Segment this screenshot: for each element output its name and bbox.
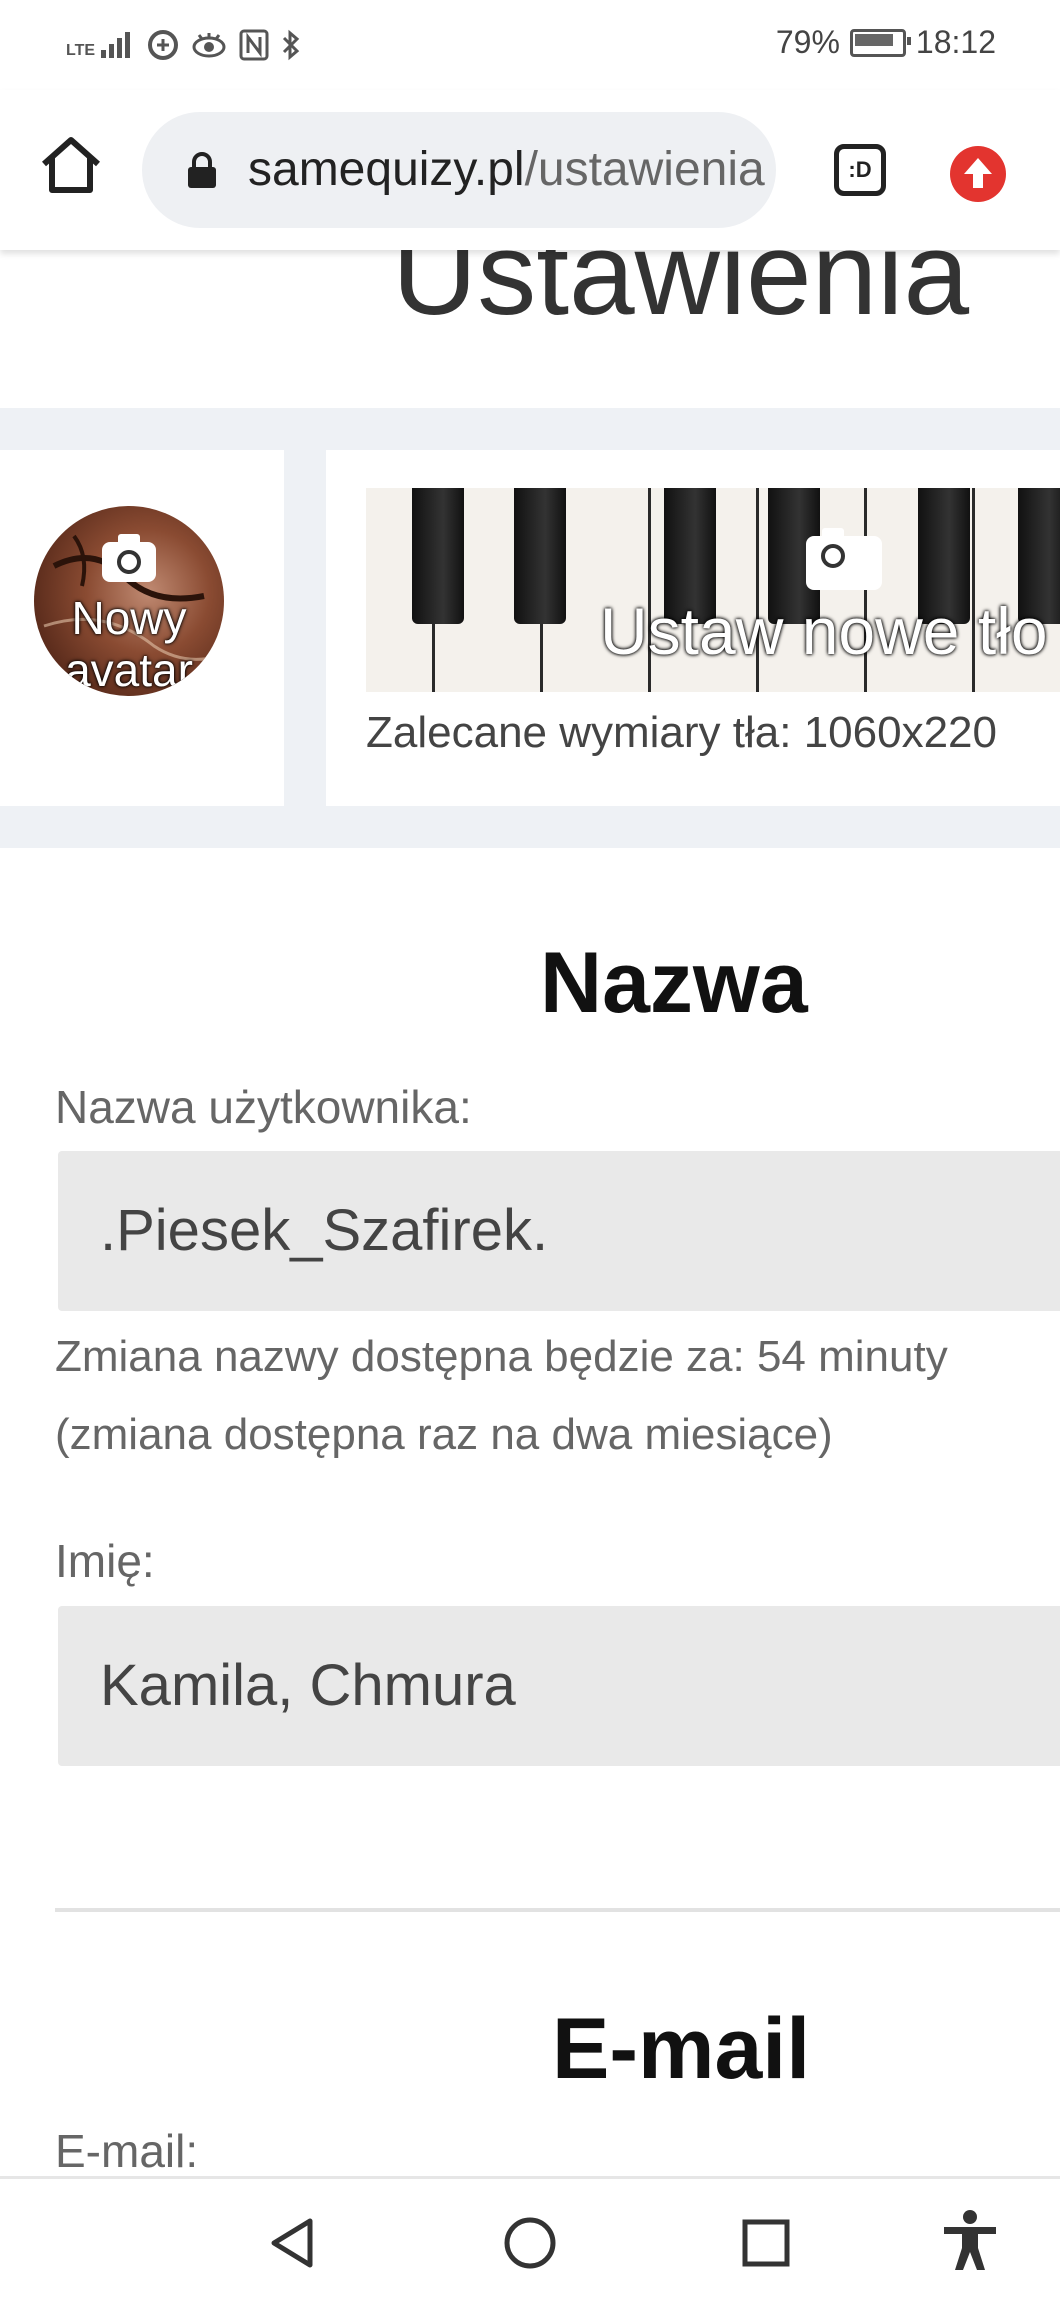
first-name-field[interactable]: Kamila, Chmura [58,1606,1060,1766]
battery-percent: 79% [775,24,840,60]
clock: 18:12 [915,24,996,60]
name-section-heading: Nazwa [540,935,808,1031]
url-text[interactable]: samequizy.pl/ustawienia [248,142,765,197]
background-upload[interactable]: Ustaw nowe tło [366,488,1060,692]
username-field[interactable]: .Piesek_Szafirek. [58,1151,1060,1311]
email-section-heading: E-mail [552,2001,811,2097]
address-bar[interactable]: samequizy.pl/ustawienia [142,112,776,228]
section-divider [55,1908,1060,1912]
url-path: /ustawienia [524,143,765,196]
lte-signal-icon: LTE [66,30,135,60]
avatar-label-line1: Nowy [71,592,187,644]
status-right: 79% 18:12 [776,24,996,61]
camera-icon [806,528,882,590]
arrow-up-icon [964,158,992,188]
browser-toolbar: samequizy.pl/ustawienia :D [0,90,1060,250]
background-upload-label: Ustaw nowe tło [600,594,1048,668]
avatar-upload[interactable]: Nowy avatar [34,506,224,696]
battery-icon [849,28,911,57]
back-icon[interactable] [266,2215,322,2271]
status-bar: LTE 79% 18:12 [0,0,1060,90]
username-label: Nazwa użytkownika: [55,1081,472,1133]
email-label: E-mail: [55,2125,199,2177]
eye-comfort-icon [192,33,226,58]
home-icon[interactable] [36,130,106,200]
first-name-value: Kamila, Chmura [100,1653,516,1718]
data-saver-icon [148,30,179,60]
lock-icon[interactable] [184,150,220,190]
first-name-label: Imię: [55,1535,155,1587]
avatar-label-line2: avatar [65,644,193,696]
status-icons: LTE [66,22,301,68]
bluetooth-icon [283,29,300,61]
username-value: .Piesek_Szafirek. [100,1198,549,1263]
background-dimensions-hint: Zalecane wymiary tła: 1060x220 [366,708,997,757]
piano-black-key [514,488,566,624]
username-change-note: Zmiana nazwy dostępna będzie za: 54 minu… [55,1332,948,1381]
system-nav-bar [0,2176,1060,2300]
camera-icon [102,534,156,582]
nfc-icon [239,29,269,61]
avatar-upload-label: Nowy avatar [34,592,224,696]
piano-black-key [412,488,464,624]
url-domain: samequizy.pl [248,143,525,196]
home-nav-icon[interactable] [502,2215,558,2271]
accessibility-icon[interactable] [940,2209,1000,2273]
username-change-frequency-note: (zmiana dostępna raz na dwa miesiące) [55,1410,833,1459]
tab-switcher-button[interactable]: :D [834,144,886,196]
recents-icon[interactable] [740,2217,792,2269]
update-button[interactable] [950,146,1006,202]
